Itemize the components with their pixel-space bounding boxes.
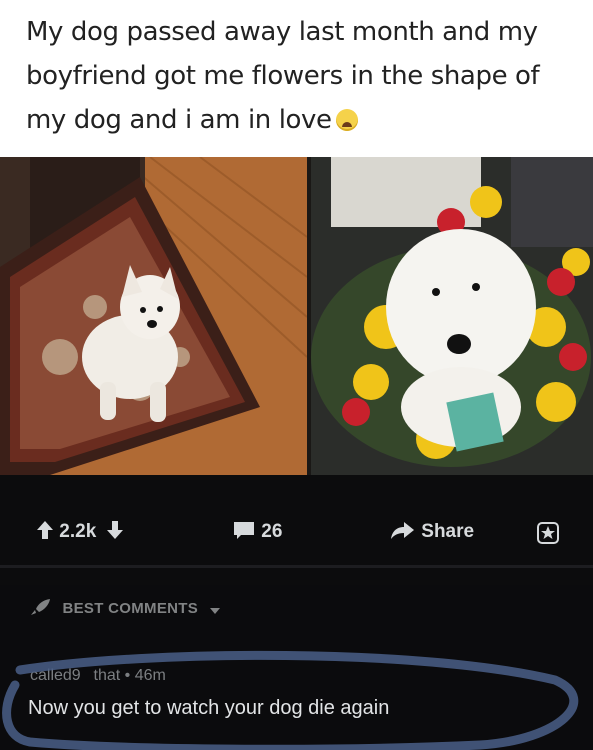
dog-photo[interactable]: [0, 157, 307, 475]
comment-body: Now you get to watch your dog die again: [28, 697, 389, 720]
comments-button[interactable]: 26: [232, 520, 282, 543]
comment-text: Now you get to watch your dog die again: [28, 697, 390, 719]
award-button[interactable]: [537, 522, 559, 547]
chevron-down-icon: [209, 608, 220, 614]
hand-drawn-circle-scribble: [2, 650, 579, 750]
post-action-bar: 2.2k 26 Share: [0, 475, 593, 585]
share-arrow-icon: [391, 522, 414, 539]
post-caption: My dog passed away last month and my boy…: [0, 0, 593, 157]
comment-count: 26: [261, 520, 283, 542]
flower-dog-photo[interactable]: [311, 157, 593, 475]
comment-author-and-time[interactable]: called9 that • 46m: [30, 667, 166, 684]
rocket-icon: [31, 599, 50, 615]
section-divider: [0, 565, 593, 568]
upvote-count: 2.2k: [59, 520, 97, 542]
vote-group: 2.2k: [36, 520, 124, 543]
award-icon: [537, 522, 559, 544]
upvote-arrow-icon[interactable]: [36, 520, 54, 540]
share-label: Share: [421, 520, 475, 542]
caption-text: My dog passed away last month and my boy…: [26, 17, 540, 135]
share-button[interactable]: Share: [390, 520, 474, 543]
sort-label: BEST COMMENTS: [62, 600, 199, 617]
post-images[interactable]: [0, 157, 593, 475]
dog-on-rug-image: [0, 157, 307, 475]
comment-bubble-icon: [234, 522, 254, 539]
downvote-arrow-icon[interactable]: [106, 520, 124, 540]
flower-arrangement-image: [311, 157, 593, 475]
comment-sort-dropdown[interactable]: BEST COMMENTS: [30, 598, 227, 617]
crying-face-emoji-icon: [335, 109, 358, 131]
comment-author-meta[interactable]: called9 that • 46m: [30, 667, 166, 685]
